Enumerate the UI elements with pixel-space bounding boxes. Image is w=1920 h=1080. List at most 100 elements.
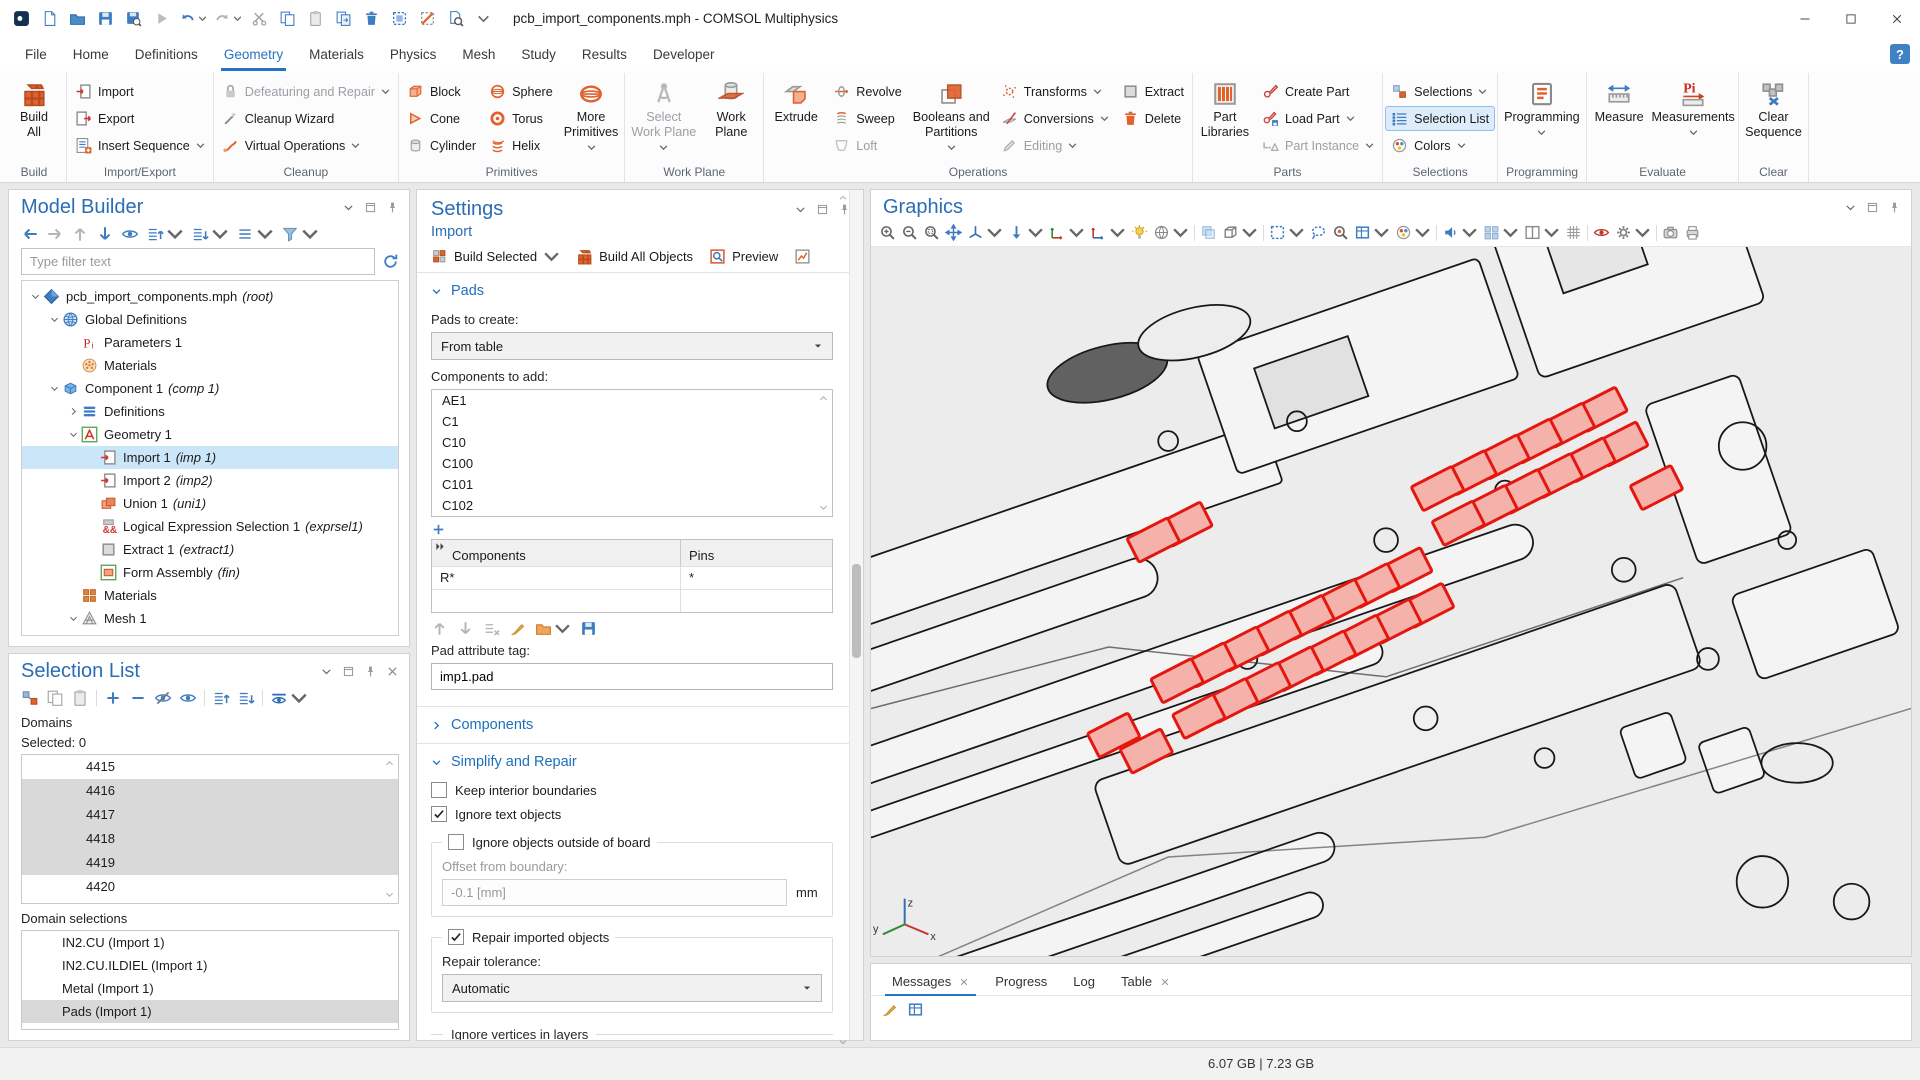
selections-button[interactable]: Selections [1385,79,1495,104]
domain-row[interactable]: 4420 [22,875,398,899]
pcb-3d-view[interactable]: z x y [871,247,1911,956]
zoom-in-button[interactable] [879,224,896,241]
booleans-and-partitions-button[interactable]: Booleans and Partitions [909,76,994,154]
menu-developer[interactable]: Developer [640,37,728,71]
go-to-xz-view-button[interactable] [1090,224,1126,241]
cut-button[interactable] [246,5,273,32]
new-file-button[interactable] [36,5,63,32]
table-corner-icon[interactable] [435,541,446,552]
load-table-button[interactable] [535,620,571,637]
go-to-yz-view-button[interactable] [1049,224,1085,241]
paste-button[interactable] [302,5,329,32]
tree-item-global-definitions[interactable]: Global Definitions [22,308,398,331]
components-section-header[interactable]: Components [431,707,833,737]
float-panel-icon[interactable] [816,203,829,216]
menu-definitions[interactable]: Definitions [122,37,211,71]
pins-column-header[interactable]: Pins [680,540,832,566]
go-to-xy-view-button[interactable] [1008,224,1044,241]
domains-listbox[interactable]: 441544164417441844194420 [21,754,399,904]
domain-selection-in2-cu-ildiel-import-1[interactable]: IN2.CU.ILDIEL (Import 1) [22,954,398,977]
domain-row[interactable]: 4419 [22,851,398,875]
more-primitives-button[interactable]: More Primitives [560,76,623,154]
menu-home[interactable]: Home [60,37,122,71]
component-row[interactable]: C1 [432,411,832,432]
delete-button[interactable] [358,5,385,32]
cleanup-wizard-button[interactable]: Cleanup Wizard [216,106,396,131]
thumbnail-grid-button[interactable] [1483,224,1519,241]
delete-button[interactable]: Delete [1116,106,1190,131]
tree-item-size[interactable]: Size [22,630,398,636]
close-tab-icon[interactable] [959,977,969,987]
domain-selections-listbox[interactable]: IN2.CU (Import 1)IN2.CU.ILDIEL (Import 1… [21,930,399,1030]
filter-button[interactable] [281,225,319,243]
menu-study[interactable]: Study [508,37,569,71]
component-row[interactable]: C101 [432,474,832,495]
tree-item-mesh-1[interactable]: Mesh 1 [22,607,398,630]
table-row[interactable] [432,589,832,612]
pin-panel-icon[interactable] [1888,201,1901,214]
clear-selection-button[interactable] [414,5,441,32]
tree-item-form-assembly[interactable]: Form Assembly(fin) [22,561,398,584]
conversions-button[interactable]: Conversions [995,106,1115,131]
repair-tolerance-select[interactable]: Automatic [442,974,822,1002]
move-down-list-button[interactable] [237,689,255,707]
panel-menu-icon[interactable] [342,201,355,214]
cylinder-button[interactable]: Cylinder [401,133,482,158]
undo-button[interactable] [176,5,210,32]
clear-sequence-button[interactable]: Clear Sequence [1741,76,1806,142]
tree-item-logical-expression-selection-1[interactable]: &&Logical Expression Selection 1(exprsel… [22,515,398,538]
expand-all-button[interactable] [146,225,184,243]
graphics-settings-button[interactable] [1615,224,1651,241]
snapshot-button[interactable] [1662,224,1679,241]
preview-button[interactable]: Preview [709,248,778,265]
tree-item-geometry-1[interactable]: Geometry 1 [22,423,398,446]
tree-item-materials[interactable]: Materials [22,584,398,607]
menu-results[interactable]: Results [569,37,640,71]
duplicate-button[interactable] [330,5,357,32]
work-plane-button[interactable]: Work Plane [701,76,761,142]
preview-plot-button[interactable] [794,248,811,265]
environment-reflections-button[interactable] [1153,224,1189,241]
tab-log[interactable]: Log [1062,969,1106,995]
tree-item-parameters-1[interactable]: PiParameters 1 [22,331,398,354]
load-part-button[interactable]: Load Part [1256,106,1380,131]
float-panel-icon[interactable] [342,665,355,678]
domain-row[interactable]: 4418 [22,827,398,851]
build-selected-button[interactable]: Build Selected [431,248,560,265]
graphics-viewport[interactable]: z x y [871,247,1911,956]
selection-colors-button[interactable] [1395,224,1431,241]
domain-selection-pads-import-1[interactable]: Pads (Import 1) [22,1000,398,1023]
open-table-window-button[interactable] [907,1001,924,1018]
show-button[interactable] [179,689,197,707]
close-button[interactable] [1874,0,1920,37]
transforms-button[interactable]: Transforms [995,79,1115,104]
table-row[interactable]: R** [432,566,832,589]
menu-materials[interactable]: Materials [296,37,377,71]
menu-geometry[interactable]: Geometry [211,37,296,71]
preview-report-button[interactable] [442,5,469,32]
scene-light-button[interactable] [1131,224,1148,241]
components-listbox[interactable]: AE1C1C10C100C101C102 [431,389,833,517]
zoom-to-selection-button[interactable] [945,224,962,241]
build-all-objects-button[interactable]: Build All Objects [576,248,693,265]
domain-row[interactable]: 4417 [22,803,398,827]
scroll-down-icon[interactable] [818,502,829,513]
component-row[interactable]: C100 [432,453,832,474]
minimize-button[interactable] [1782,0,1828,37]
close-tab-icon[interactable] [1160,977,1170,987]
reset-hiding-button[interactable] [1593,224,1610,241]
tab-table[interactable]: Table [1110,969,1181,995]
open-button[interactable] [64,5,91,32]
tree-item-pcb-import-components-mph[interactable]: pcb_import_components.mph(root) [22,285,398,308]
select-box-button[interactable] [386,5,413,32]
remove-button[interactable] [129,689,147,707]
float-panel-icon[interactable] [364,201,377,214]
visibility-button[interactable] [270,689,308,707]
pads-to-create-select[interactable]: From table [431,332,833,360]
save-report-button[interactable] [120,5,147,32]
build-all-button[interactable]: Build All [4,76,64,142]
back-button[interactable] [21,225,39,243]
zoom-extents-button[interactable] [923,224,940,241]
revolve-button[interactable]: Revolve [827,79,908,104]
wireframe-rendering-button[interactable] [1222,224,1258,241]
